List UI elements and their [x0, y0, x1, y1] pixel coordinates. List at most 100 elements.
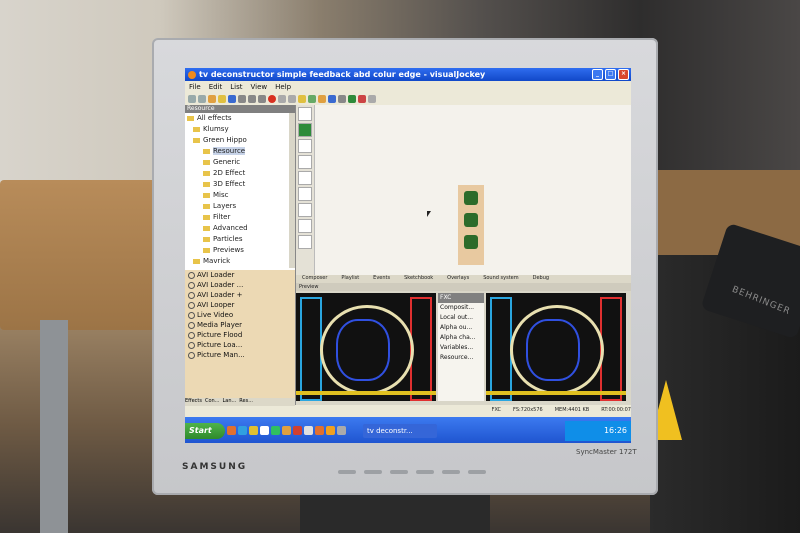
monitor-button[interactable]	[468, 470, 486, 474]
pen-icon[interactable]	[368, 94, 376, 103]
tab-lan[interactable]: Lan...	[223, 398, 237, 406]
quicklaunch-icon[interactable]	[282, 426, 291, 435]
tab-sketchbook[interactable]: Sketchbook	[404, 275, 433, 283]
tree-item[interactable]: Klumsy	[185, 124, 289, 135]
quicklaunch-icon[interactable]	[293, 426, 302, 435]
fx-item[interactable]: Variables...	[438, 343, 484, 353]
forward-icon[interactable]	[198, 94, 206, 103]
effect-node-icon[interactable]	[464, 213, 478, 227]
effect-icon[interactable]	[318, 94, 326, 103]
menu-list[interactable]: List	[230, 83, 242, 91]
quicklaunch-icon[interactable]	[315, 426, 324, 435]
quicklaunch-icon[interactable]	[304, 426, 313, 435]
folder-icon[interactable]	[298, 94, 306, 103]
fx-item[interactable]: Alpha cha...	[438, 333, 484, 343]
new-icon[interactable]	[208, 94, 216, 103]
taskbar-task[interactable]: tv deconstr...	[363, 424, 437, 438]
tab-composer[interactable]: Composer	[302, 275, 327, 283]
record-icon[interactable]	[358, 94, 366, 103]
monitor-button[interactable]	[338, 470, 356, 474]
monitor-button[interactable]	[364, 470, 382, 474]
tree-scrollbar[interactable]	[289, 113, 295, 268]
up-icon[interactable]	[278, 94, 286, 103]
tree-item[interactable]: Green Hippo	[185, 135, 289, 146]
list-item[interactable]: AVI Loader ...	[185, 280, 295, 290]
menu-view[interactable]: View	[251, 83, 268, 91]
list-item[interactable]: AVI Loader	[185, 270, 295, 280]
menu-file[interactable]: File	[189, 83, 201, 91]
tree-item[interactable]: Advanced	[185, 223, 289, 234]
quicklaunch-icon[interactable]	[271, 426, 280, 435]
cut-icon[interactable]	[238, 94, 246, 103]
tool-button[interactable]	[298, 219, 312, 233]
tool-button[interactable]	[298, 155, 312, 169]
monitor-button[interactable]	[390, 470, 408, 474]
tree-item[interactable]: Particles	[185, 234, 289, 245]
tab-effects[interactable]: Effects	[185, 398, 202, 406]
list-item[interactable]: Picture Man...	[185, 350, 295, 360]
tree-item[interactable]: 2D Effect	[185, 168, 289, 179]
monitor-button[interactable]	[442, 470, 460, 474]
tab-sound-system[interactable]: Sound system	[483, 275, 518, 283]
effect-node-icon[interactable]	[464, 191, 478, 205]
tree-item[interactable]: Generic	[185, 157, 289, 168]
back-icon[interactable]	[188, 94, 196, 103]
list-item[interactable]: AVI Loader +	[185, 290, 295, 300]
refresh-icon[interactable]	[348, 94, 356, 103]
down-icon[interactable]	[288, 94, 296, 103]
tab-debug[interactable]: Debug	[533, 275, 549, 283]
fx-item[interactable]: Alpha ou...	[438, 323, 484, 333]
menu-help[interactable]: Help	[275, 83, 291, 91]
quicklaunch-icon[interactable]	[238, 426, 247, 435]
tree-item[interactable]: Layers	[185, 201, 289, 212]
tree-item[interactable]: Misc	[185, 190, 289, 201]
close-icon[interactable]: ×	[618, 69, 629, 80]
window-titlebar[interactable]: tv deconstructor simple feedback abd col…	[185, 68, 631, 81]
quicklaunch-icon[interactable]	[326, 426, 335, 435]
paste-icon[interactable]	[258, 94, 266, 103]
effect-node-icon[interactable]	[464, 235, 478, 249]
fx-item[interactable]: Resource...	[438, 353, 484, 363]
tool-button[interactable]	[298, 187, 312, 201]
tool-button[interactable]	[298, 171, 312, 185]
tab-events[interactable]: Events	[373, 275, 390, 283]
tree-item[interactable]: Previews	[185, 245, 289, 256]
quicklaunch-icon[interactable]	[337, 426, 346, 435]
list-item[interactable]: Live Video	[185, 310, 295, 320]
stop-icon[interactable]	[268, 94, 276, 103]
list-item[interactable]: Media Player	[185, 320, 295, 330]
settings-icon[interactable]	[338, 94, 346, 103]
tab-playlist[interactable]: Playlist	[341, 275, 359, 283]
save-icon[interactable]	[228, 94, 236, 103]
tab-overlays[interactable]: Overlays	[447, 275, 469, 283]
list-item[interactable]: Picture Loa...	[185, 340, 295, 350]
tool-button[interactable]	[298, 139, 312, 153]
tool-button[interactable]	[298, 107, 312, 121]
monitor-button[interactable]	[416, 470, 434, 474]
tool-button[interactable]	[298, 235, 312, 249]
start-button[interactable]: Start	[185, 423, 225, 439]
open-icon[interactable]	[218, 94, 226, 103]
fx-item[interactable]: Composit...	[438, 303, 484, 313]
minimize-icon[interactable]: _	[592, 69, 603, 80]
tree-item[interactable]: Mavrick	[185, 256, 289, 267]
maximize-icon[interactable]: □	[605, 69, 616, 80]
quicklaunch-icon[interactable]	[227, 426, 236, 435]
composer-canvas[interactable]	[296, 105, 631, 275]
menu-edit[interactable]: Edit	[209, 83, 223, 91]
tree-item[interactable]: All effects	[185, 113, 289, 124]
copy-icon[interactable]	[248, 94, 256, 103]
tool-button[interactable]	[298, 203, 312, 217]
tree-item[interactable]: Filter	[185, 212, 289, 223]
play-icon[interactable]	[308, 94, 316, 103]
layer-icon[interactable]	[328, 94, 336, 103]
quicklaunch-icon[interactable]	[260, 426, 269, 435]
tab-con[interactable]: Con...	[205, 398, 220, 406]
tab-res[interactable]: Res...	[239, 398, 253, 406]
list-item[interactable]: Picture Flood	[185, 330, 295, 340]
tree-item-selected[interactable]: Resource	[185, 146, 289, 157]
quicklaunch-icon[interactable]	[249, 426, 258, 435]
fx-item[interactable]: Local out...	[438, 313, 484, 323]
tool-button-active[interactable]	[298, 123, 312, 137]
tree-item[interactable]: 3D Effect	[185, 179, 289, 190]
